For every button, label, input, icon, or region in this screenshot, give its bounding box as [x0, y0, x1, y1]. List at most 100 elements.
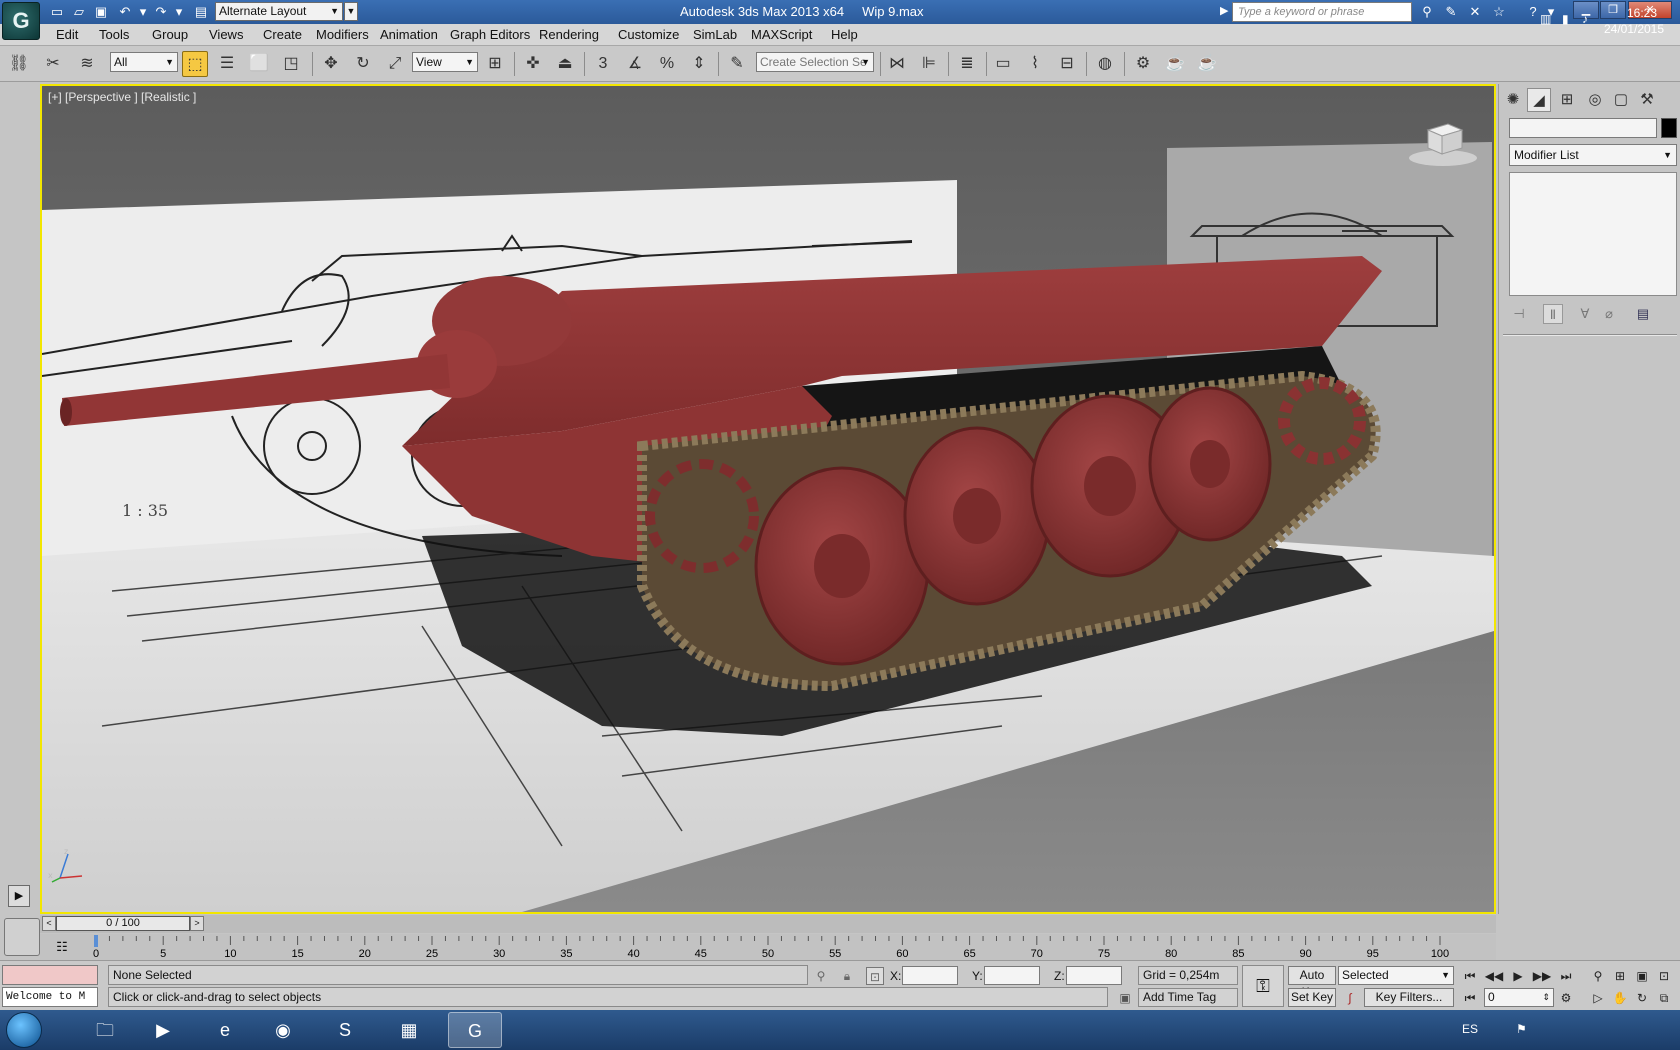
open-icon[interactable]: ▱ — [70, 3, 88, 21]
internet-explorer-icon[interactable]: e — [198, 1012, 252, 1048]
application-button[interactable]: G — [2, 2, 40, 40]
3ds-max-taskbar-icon[interactable]: G — [448, 1012, 502, 1048]
new-icon[interactable]: ▭ — [48, 3, 66, 21]
time-slider-next-button[interactable]: > — [190, 916, 204, 931]
object-color-swatch[interactable] — [1661, 118, 1677, 138]
time-slider[interactable]: < 0 / 100 > — [40, 915, 1496, 933]
schematic-view-icon[interactable]: ⊟ — [1054, 51, 1080, 77]
bind-to-space-warp-icon[interactable]: ≋ — [74, 51, 100, 77]
zoom-extents-all-icon[interactable]: ⊡ — [1654, 966, 1674, 986]
track-bar[interactable]: 0 5 10 15 20 25 30 35 40 45 50 55 60 65 70 75 80 85 90 95 10… — [40, 934, 1496, 960]
set-keys-key-icon[interactable]: ⚿ — [1242, 965, 1284, 1007]
input-language[interactable]: ES — [1462, 1022, 1478, 1036]
menu-group[interactable]: Group — [152, 27, 188, 42]
time-slider-thumb[interactable]: 0 / 100 — [56, 916, 190, 931]
menu-customize[interactable]: Customize — [618, 27, 679, 42]
maxscript-listener-output[interactable] — [2, 965, 98, 985]
show-end-result-icon[interactable]: Ⅱ — [1543, 304, 1563, 324]
menu-animation[interactable]: Animation — [380, 27, 438, 42]
manipulate-icon[interactable]: ✜ — [520, 51, 546, 77]
pin-stack-icon[interactable]: ⊣ — [1509, 304, 1529, 324]
rectangular-selection-icon[interactable]: ⬜ — [246, 51, 272, 77]
menu-rendering[interactable]: Rendering — [539, 27, 599, 42]
menu-tools[interactable]: Tools — [99, 27, 129, 42]
time-slider-prev-button[interactable]: < — [42, 916, 56, 931]
pivot-center-icon[interactable]: ⊞ — [482, 51, 508, 77]
key-mode-toggle-icon[interactable]: ⏮ — [1460, 988, 1480, 1008]
zoom-icon[interactable]: ⚲ — [1588, 966, 1608, 986]
infocenter-search-input[interactable]: Type a keyword or phrase — [1232, 2, 1412, 22]
snaps-toggle-icon[interactable]: 3 — [590, 51, 616, 77]
signal-icon[interactable]: ▮ — [1562, 12, 1569, 26]
unlink-selection-icon[interactable]: ✂ — [40, 51, 66, 77]
angle-snap-icon[interactable]: ∡ — [622, 51, 648, 77]
photo-viewer-icon[interactable]: ▦ — [382, 1012, 436, 1048]
current-time-marker[interactable] — [94, 935, 98, 947]
edit-named-selection-icon[interactable]: ✎ — [724, 51, 750, 77]
go-to-start-icon[interactable]: ⏮ — [1460, 966, 1480, 986]
x-coordinate-input[interactable] — [902, 966, 958, 985]
curve-editor-icon[interactable]: ⌇ — [1022, 51, 1048, 77]
play-icon[interactable]: ▶ — [8, 885, 30, 907]
current-frame-input[interactable]: 0 ⇕ — [1484, 988, 1554, 1007]
isolate-selection-icon[interactable]: ⚲ — [812, 967, 830, 985]
time-configuration-icon[interactable]: ⚙ — [1556, 988, 1576, 1008]
utilities-tab-icon[interactable]: ⚒ — [1635, 88, 1659, 112]
subscription-icon[interactable]: ✎ — [1442, 3, 1460, 21]
display-tab-icon[interactable]: ▢ — [1609, 88, 1633, 112]
key-filters-button[interactable]: Key Filters... — [1364, 988, 1454, 1007]
next-frame-icon[interactable]: ▶▶ — [1532, 966, 1552, 986]
graphite-toolkit-icon[interactable]: ▭ — [990, 51, 1016, 77]
y-coordinate-input[interactable] — [984, 966, 1040, 985]
modify-tab-icon[interactable]: ◢ — [1527, 88, 1551, 112]
field-of-view-icon[interactable]: ▷ — [1588, 988, 1608, 1008]
object-name-input[interactable] — [1509, 118, 1657, 138]
communication-icon[interactable]: ✕ — [1466, 3, 1484, 21]
mirror-icon[interactable]: ⋈ — [884, 51, 910, 77]
clock-date[interactable]: 24/01/2015 — [1594, 22, 1674, 36]
absolute-mode-transform-icon[interactable]: ⊡ — [866, 967, 884, 985]
volume-icon[interactable]: ♪ — [1582, 12, 1588, 26]
layer-manager-icon[interactable]: ≣ — [954, 51, 980, 77]
percent-snap-icon[interactable]: % — [654, 51, 680, 77]
modifier-stack[interactable] — [1509, 172, 1677, 296]
network-icon[interactable]: ▥ — [1540, 12, 1551, 26]
hierarchy-tab-icon[interactable]: ⊞ — [1555, 88, 1579, 112]
firefox-icon[interactable]: ◉ — [256, 1012, 310, 1048]
mini-listener[interactable] — [4, 918, 40, 956]
add-time-tag-button[interactable]: Add Time Tag — [1138, 988, 1238, 1007]
set-key-button[interactable]: Set Key — [1288, 988, 1336, 1007]
open-mini-curve-editor-icon[interactable]: ☷ — [52, 938, 72, 956]
orbit-icon[interactable]: ↻ — [1632, 988, 1652, 1008]
maximize-viewport-icon[interactable]: ⧉ — [1654, 988, 1674, 1008]
skype-icon[interactable]: S — [318, 1012, 372, 1048]
render-setup-icon[interactable]: ⚙ — [1130, 51, 1156, 77]
redo-dropdown-icon[interactable]: ▾ — [170, 3, 188, 21]
render-production-icon[interactable]: ☕ — [1194, 51, 1220, 77]
select-object-icon[interactable]: ⬚ — [182, 51, 208, 77]
menu-edit[interactable]: Edit — [56, 27, 78, 42]
modifier-list-select[interactable]: Modifier List ▼ — [1509, 144, 1677, 166]
search-expand-icon[interactable]: ▶ — [1220, 4, 1228, 17]
menu-views[interactable]: Views — [209, 27, 243, 42]
motion-tab-icon[interactable]: ◎ — [1583, 88, 1607, 112]
menu-maxscript[interactable]: MAXScript — [751, 27, 812, 42]
create-tab-icon[interactable]: ✺ — [1501, 88, 1525, 112]
selection-filter-select[interactable]: All ▼ — [110, 52, 178, 72]
clock-time[interactable]: 16:23 — [1612, 6, 1672, 20]
auto-key-button[interactable]: Auto Key — [1288, 966, 1336, 999]
selection-lock-icon[interactable]: 🔒︎ — [838, 967, 856, 985]
z-coordinate-input[interactable] — [1066, 966, 1122, 985]
save-icon[interactable]: ▣ — [92, 3, 110, 21]
select-and-scale-icon[interactable]: ⤢ — [382, 51, 408, 77]
previous-frame-icon[interactable]: ◀◀ — [1484, 966, 1504, 986]
zoom-all-icon[interactable]: ⊞ — [1610, 966, 1630, 986]
start-button[interactable] — [6, 1012, 42, 1048]
reference-coordinate-select[interactable]: View ▼ — [412, 52, 478, 72]
select-by-name-icon[interactable]: ☰ — [214, 51, 240, 77]
file-explorer-icon[interactable]: 🗀 — [78, 1012, 132, 1048]
menu-modifiers[interactable]: Modifiers — [316, 27, 369, 42]
menu-help[interactable]: Help — [831, 27, 858, 42]
media-player-icon[interactable]: ▶ — [136, 1012, 190, 1048]
redo-icon[interactable]: ↷ — [152, 3, 170, 21]
